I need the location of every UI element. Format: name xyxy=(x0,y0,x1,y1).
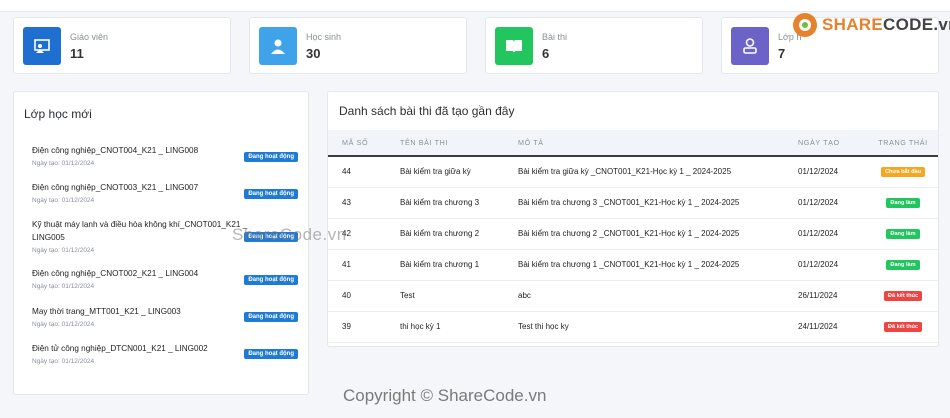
exam-description: Bài kiểm tra chương 2 _CNOT001_K21-Học k… xyxy=(518,218,798,250)
stat-value: 7 xyxy=(778,46,786,61)
logo-brand: SHARE xyxy=(822,15,884,34)
exam-date: 24/11/2024 xyxy=(798,311,868,343)
status-badge: Đã kết thúc xyxy=(883,322,923,332)
exam-name: thi học kỳ 1 xyxy=(400,311,518,343)
column-header[interactable]: MÃ SỐ xyxy=(328,130,400,157)
column-header[interactable]: TÊN BÀI THI xyxy=(400,130,518,157)
status-badge: Đang làm xyxy=(886,229,920,239)
stat-value: 6 xyxy=(542,46,550,61)
stat-label: Giáo viên xyxy=(70,32,109,42)
watermark-text: ShareCode.vn xyxy=(232,225,347,244)
status-badge: Đang hoạt động xyxy=(244,152,298,162)
stat-card-exams[interactable]: Bài thi 6 xyxy=(485,17,703,74)
exam-date: 26/11/2024 xyxy=(798,280,868,312)
exam-date: 01/12/2024 xyxy=(798,187,868,219)
copyright-text: Copyright © ShareCode.vn xyxy=(343,386,547,405)
exam-date: 01/12/2024 xyxy=(798,249,868,281)
student-icon xyxy=(259,27,297,65)
exam-id: 40 xyxy=(328,280,400,312)
logo-rest: CODE.vn xyxy=(883,15,950,34)
exam-name: Bài kiểm tra giữa kỳ xyxy=(400,156,518,188)
stat-value: 11 xyxy=(70,46,84,61)
sharecode-logo: SHARECODE.vn xyxy=(792,12,950,38)
exam-description: Bài kiểm tra chương 1 _CNOT001_K21-Học k… xyxy=(518,249,798,281)
user-icon xyxy=(731,27,769,65)
exam-name: Bài kiểm tra chương 3 xyxy=(400,187,518,219)
logo-icon xyxy=(793,13,817,37)
exam-description: Bài kiểm tra chương 3 _CNOT001_K21-Học k… xyxy=(518,187,798,219)
stat-card-teachers[interactable]: Giáo viên 11 xyxy=(13,17,231,74)
column-header[interactable]: TRẠNG THÁI xyxy=(868,130,938,157)
status-badge: Đang hoạt động xyxy=(244,312,298,322)
exam-id: 44 xyxy=(328,156,400,188)
table-row[interactable]: 41 Bài kiểm tra chương 1 Bài kiểm tra ch… xyxy=(328,249,938,281)
class-date: Ngày tạo: 01/12/2024 xyxy=(32,247,95,254)
exams-table: MÃ SỐ TÊN BÀI THI MÔ TẢ NGÀY TẠO TRẠNG T… xyxy=(328,130,938,343)
panel-title: Danh sách bài thi đã tạo gần đây xyxy=(339,104,515,118)
exam-name: Test xyxy=(400,280,518,312)
table-header-row: MÃ SỐ TÊN BÀI THI MÔ TẢ NGÀY TẠO TRẠNG T… xyxy=(328,130,938,157)
list-item[interactable]: Kỹ thuật máy lạnh và điều hòa không khí_… xyxy=(32,218,252,254)
exam-date: 01/12/2024 xyxy=(798,218,868,250)
status-badge: Đang làm xyxy=(886,260,920,270)
class-name: Kỹ thuật máy lạnh và điều hòa không khí_… xyxy=(32,220,248,242)
top-bar xyxy=(0,0,950,12)
exam-name: Bài kiểm tra chương 2 xyxy=(400,218,518,250)
exam-name: Bài kiểm tra chương 1 xyxy=(400,249,518,281)
panel-title: Lớp học mới xyxy=(24,107,92,121)
status-badge: Chưa bắt đầu xyxy=(880,167,926,178)
column-header[interactable]: MÔ TẢ xyxy=(518,130,798,157)
exam-id: 39 xyxy=(328,311,400,343)
exam-id: 43 xyxy=(328,187,400,219)
status-badge: Đã kết thúc xyxy=(883,291,923,301)
exam-date: 01/12/2024 xyxy=(798,156,868,188)
status-badge: Đang hoạt động xyxy=(244,275,298,285)
recent-exams-panel: Danh sách bài thi đã tạo gần đây MÃ SỐ T… xyxy=(327,91,939,347)
exam-description: Bài kiểm tra giữa kỳ _CNOT001_K21-Học kỳ… xyxy=(518,156,798,188)
exam-description: Test thi học ky xyxy=(518,311,798,343)
book-icon xyxy=(495,27,533,65)
stat-label: Bài thi xyxy=(542,32,568,42)
table-row[interactable]: 40 Test abc 26/11/2024 Đã kết thúc xyxy=(328,280,938,312)
table-row[interactable]: 42 Bài kiểm tra chương 2 Bài kiểm tra ch… xyxy=(328,218,938,250)
table-row[interactable]: 39 thi học kỳ 1 Test thi học ky 24/11/20… xyxy=(328,311,938,343)
exam-description: abc xyxy=(518,280,798,312)
status-badge: Đang làm xyxy=(886,198,920,208)
stat-label: Học sinh xyxy=(306,32,342,42)
exam-id: 41 xyxy=(328,249,400,281)
stat-card-students[interactable]: Học sinh 30 xyxy=(249,17,467,74)
teacher-icon xyxy=(23,27,61,65)
column-header[interactable]: NGÀY TẠO xyxy=(798,130,868,157)
class-date: Ngày tạo: 01/12/2024 xyxy=(32,358,95,365)
class-date: Ngày tạo: 01/12/2024 xyxy=(32,321,95,328)
table-row[interactable]: 44 Bài kiểm tra giữa kỳ Bài kiểm tra giữ… xyxy=(328,156,938,188)
status-badge: Đang hoạt động xyxy=(244,349,298,359)
status-badge: Đang hoạt động xyxy=(244,189,298,199)
table-row[interactable]: 43 Bài kiểm tra chương 3 Bài kiểm tra ch… xyxy=(328,187,938,219)
stat-value: 30 xyxy=(306,46,321,61)
